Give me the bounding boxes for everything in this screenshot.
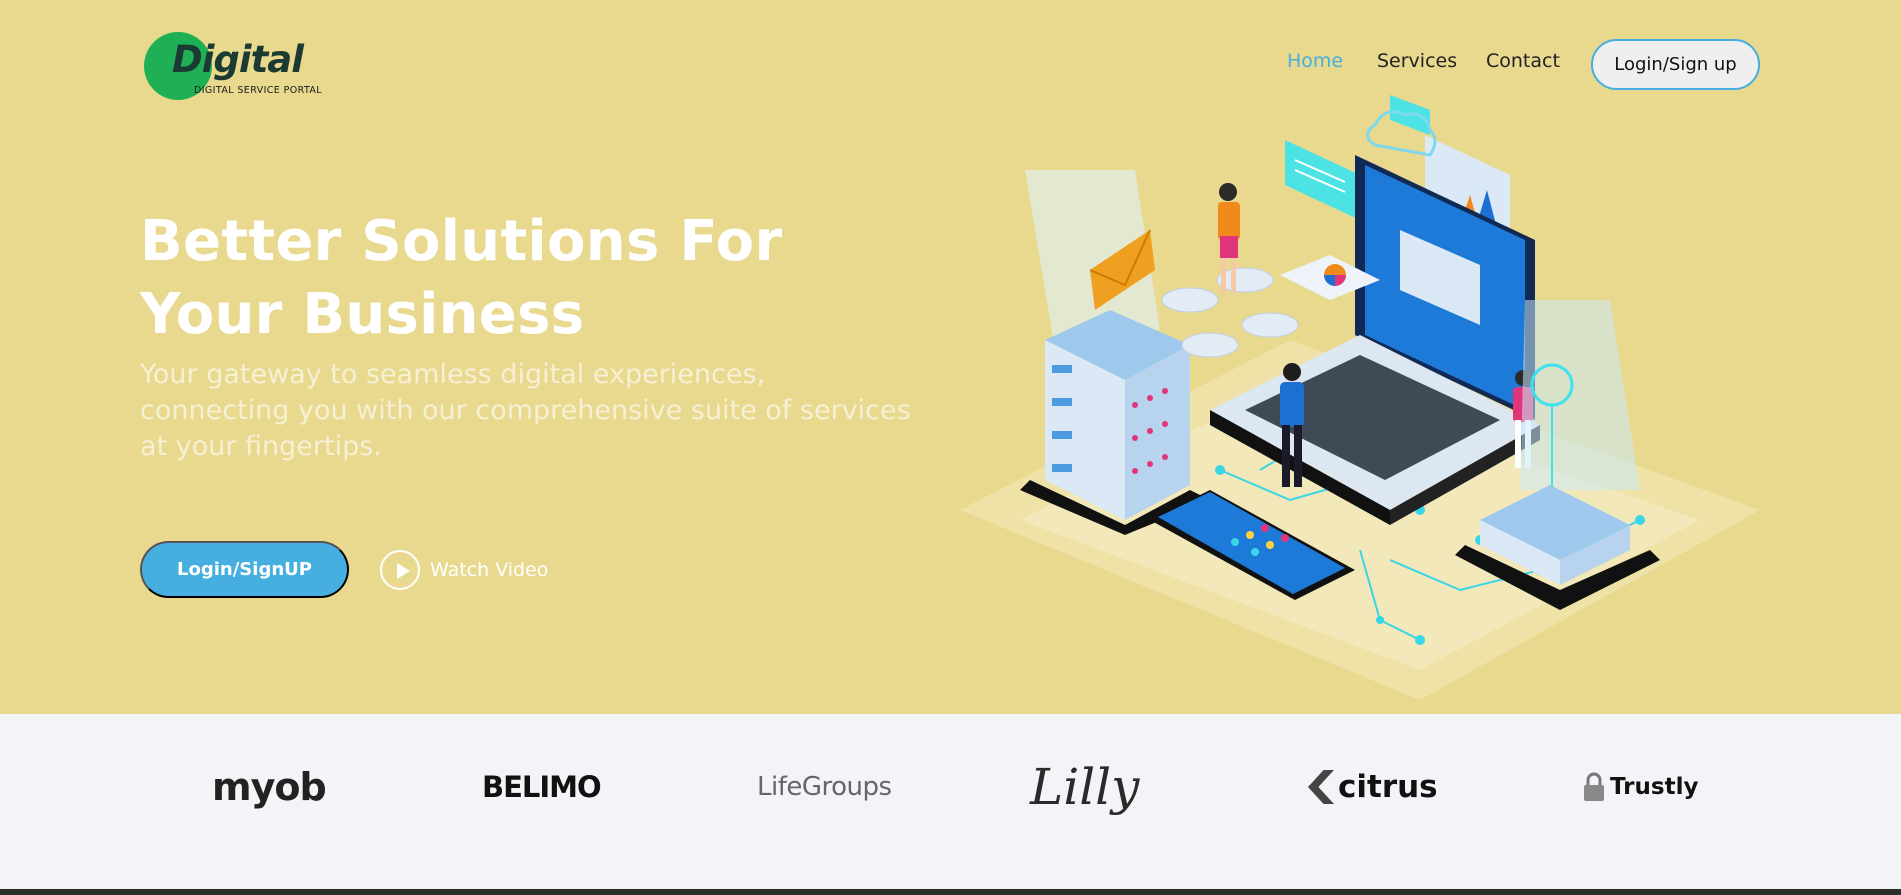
partner-logo-lifegroups: LifeGroups	[757, 752, 892, 822]
partner-name: LifeGroups	[757, 772, 892, 802]
partner-logo-citrus: citrus	[1308, 752, 1438, 822]
partner-logo-belimo: BELIMO	[482, 752, 602, 822]
watch-video-link[interactable]: Watch Video	[380, 549, 548, 591]
watch-video-label: Watch Video	[430, 559, 549, 581]
partner-name: citrus	[1338, 769, 1438, 805]
nav-services-link[interactable]: Services	[1377, 50, 1457, 72]
hero-headline: Better Solutions For Your Business	[140, 209, 783, 347]
logo-text: Digital	[172, 38, 304, 81]
partner-name: myob	[212, 765, 327, 809]
partner-logo-lilly: Lilly	[1030, 752, 1139, 822]
partner-logos-strip: myob BELIMO LifeGroups Lilly citrus Trus…	[0, 714, 1901, 889]
hero-section: Digital DIGITAL SERVICE PORTAL Home Serv…	[0, 0, 1901, 714]
logo-tagline: DIGITAL SERVICE PORTAL	[194, 85, 322, 96]
nav-home-link[interactable]: Home	[1287, 50, 1343, 72]
lock-icon	[1584, 772, 1604, 801]
site-logo[interactable]: Digital DIGITAL SERVICE PORTAL	[144, 30, 324, 102]
partner-logo-myob: myob	[212, 752, 327, 822]
partner-logo-trustly: Trustly	[1582, 752, 1698, 822]
citrus-mark-icon	[1308, 770, 1334, 804]
partner-name: BELIMO	[482, 770, 602, 804]
play-icon	[380, 550, 420, 590]
partner-name: Lilly	[1030, 758, 1140, 816]
hero-login-signup-button[interactable]: Login/SignUP	[140, 541, 349, 598]
partner-name: Trustly	[1610, 774, 1699, 800]
isometric-laptop-servers-illustration	[960, 95, 1760, 700]
hero-subtitle: Your gateway to seamless digital experie…	[140, 359, 911, 462]
nav-contact-link[interactable]: Contact	[1486, 50, 1560, 72]
next-section-edge	[0, 889, 1901, 895]
